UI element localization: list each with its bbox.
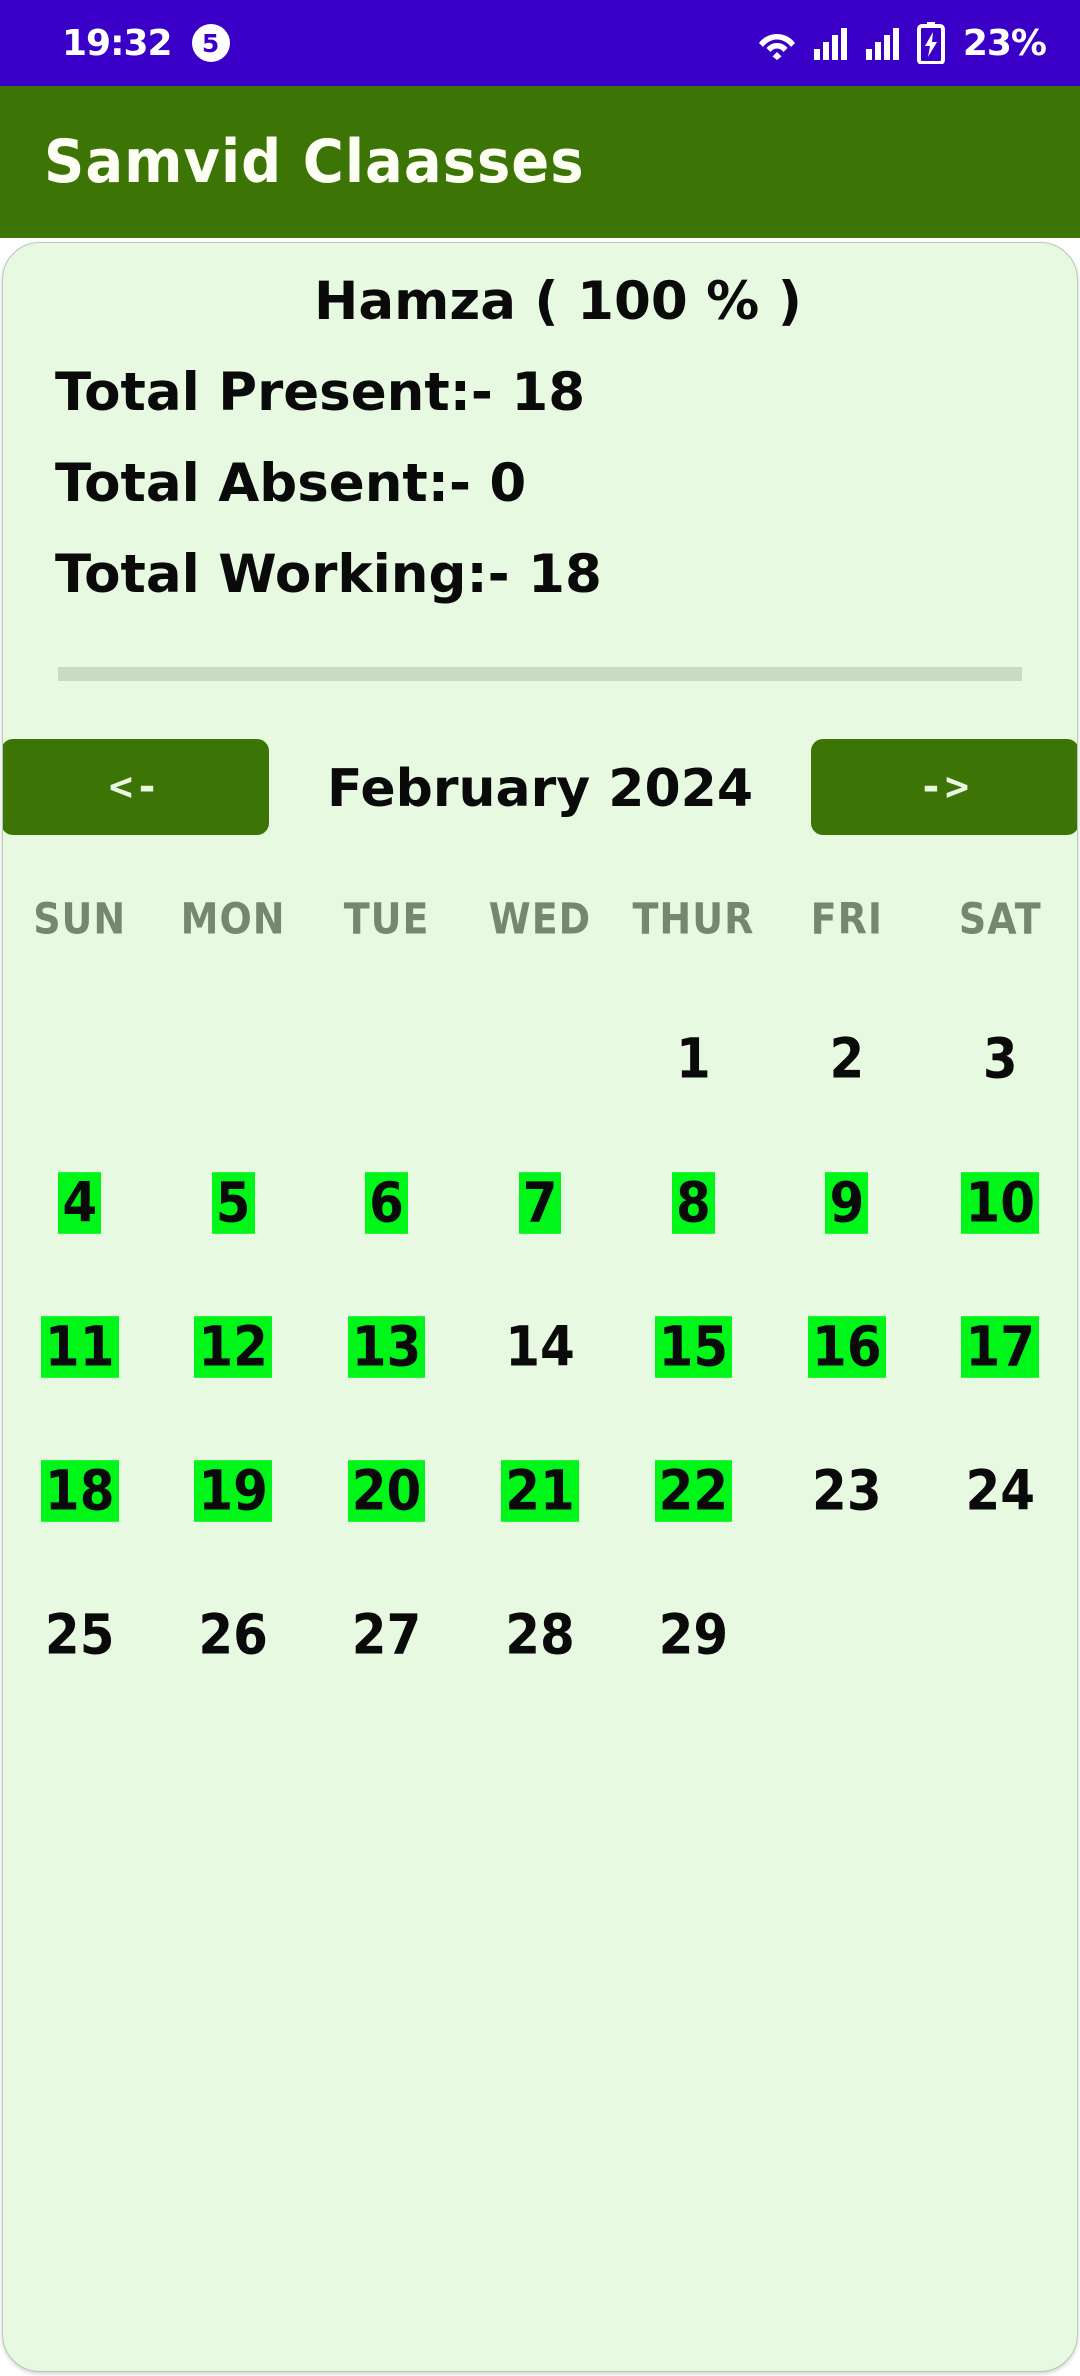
day-number-present: 16 [808, 1316, 886, 1378]
calendar-day-cell[interactable]: 6 [310, 1131, 463, 1275]
calendar-day-cell[interactable]: 27 [310, 1563, 463, 1707]
calendar-day-cell[interactable]: 14 [463, 1275, 616, 1419]
calendar-day-cell[interactable]: 29 [617, 1563, 770, 1707]
calendar-day-empty [463, 987, 616, 1131]
calendar-day-cell[interactable]: 23 [770, 1419, 923, 1563]
attendance-summary: Hamza ( 100 % ) Total Present:- 18 Total… [3, 243, 1077, 605]
weekday-label-thur: THUR [632, 894, 755, 944]
day-number: 27 [351, 1603, 422, 1667]
calendar-day-cell[interactable]: 20 [310, 1419, 463, 1563]
signal-icon [865, 26, 901, 60]
calendar-day-cell[interactable]: 4 [3, 1131, 156, 1275]
calendar-day-cell[interactable]: 7 [463, 1131, 616, 1275]
day-number: 3 [982, 1027, 1018, 1091]
weekday-label-mon: MON [180, 894, 286, 944]
wifi-icon [757, 26, 797, 60]
day-number-present: 9 [825, 1172, 869, 1234]
day-number-present: 20 [347, 1460, 426, 1522]
status-time: 19:32 [62, 22, 173, 64]
calendar-day-cell[interactable]: 5 [156, 1131, 309, 1275]
weekday-header-row: SUN MON TUE WED THUR FRI SAT [3, 894, 1077, 944]
day-number-present: 7 [518, 1172, 562, 1234]
day-number-present: 5 [211, 1172, 255, 1234]
day-number-present: 19 [194, 1460, 272, 1522]
day-number-present: 17 [961, 1316, 1040, 1378]
calendar-day-cell[interactable]: 25 [3, 1563, 156, 1707]
day-number: 24 [965, 1459, 1036, 1523]
calendar-day-cell[interactable]: 11 [3, 1275, 156, 1419]
calendar-day-cell[interactable]: 2 [770, 987, 923, 1131]
attendance-card: Hamza ( 100 % ) Total Present:- 18 Total… [2, 242, 1078, 2372]
calendar-day-cell[interactable]: 26 [156, 1563, 309, 1707]
calendar-day-cell[interactable]: 8 [617, 1131, 770, 1275]
calendar-day-grid: 1 2 3 4 5 6 7 8 9 10 11 12 13 14 15 16 17 18 19 20 21 22 23 24 2… [3, 987, 1077, 1707]
calendar-day-empty [770, 1563, 923, 1707]
app-screen: 19:32 5 23% Samvid Claasses Hamza (100 … [0, 0, 1080, 2376]
calendar-day-cell[interactable]: 1 [617, 987, 770, 1131]
calendar-day-cell[interactable]: 12 [156, 1275, 309, 1419]
calendar-day-empty [310, 987, 463, 1131]
weekday-label-tue: TUE [343, 894, 430, 944]
day-number-present: 21 [501, 1460, 579, 1522]
day-number-present: 4 [58, 1172, 102, 1234]
day-number: 2 [829, 1027, 865, 1091]
total-working-label: Total Working:- 18 [55, 544, 602, 605]
calendar-day-cell[interactable]: 24 [924, 1419, 1077, 1563]
calendar-day-cell[interactable]: 9 [770, 1131, 923, 1275]
student-name-percentage: Hamza ( 100 % ) [314, 271, 802, 332]
day-number-present: 13 [347, 1316, 426, 1378]
section-divider [58, 667, 1022, 681]
day-number: 14 [505, 1315, 575, 1379]
next-month-button[interactable]: -> [811, 739, 1077, 835]
weekday-label-sun: SUN [33, 894, 127, 944]
day-number: 1 [676, 1027, 711, 1091]
calendar-day-cell[interactable]: 16 [770, 1275, 923, 1419]
status-bar: 19:32 5 23% [0, 0, 1080, 86]
total-present-label: Total Present:- 18 [55, 362, 586, 423]
day-number: 25 [44, 1603, 115, 1667]
day-number: 28 [505, 1603, 575, 1667]
day-number-present: 11 [40, 1316, 119, 1378]
day-number-present: 15 [654, 1316, 733, 1378]
notification-count-badge: 5 [191, 24, 230, 62]
calendar-day-empty [156, 987, 309, 1131]
day-number: 29 [658, 1603, 729, 1667]
day-number-present: 6 [365, 1172, 408, 1234]
day-number-present: 12 [194, 1316, 272, 1378]
calendar-day-cell[interactable]: 17 [924, 1275, 1077, 1419]
battery-percent-label: 23% [962, 22, 1047, 64]
weekday-label-sat: SAT [958, 894, 1042, 944]
day-number: 23 [812, 1459, 882, 1523]
day-number-present: 18 [40, 1460, 119, 1522]
calendar-day-cell[interactable]: 15 [617, 1275, 770, 1419]
day-number-present: 22 [654, 1460, 733, 1522]
calendar-day-cell[interactable]: 18 [3, 1419, 156, 1563]
calendar-day-cell[interactable]: 19 [156, 1419, 309, 1563]
month-year-label: February 2024 [326, 759, 754, 819]
day-number-present: 8 [672, 1172, 715, 1234]
previous-month-button[interactable]: <- [3, 739, 269, 835]
status-bar-right: 23% [757, 22, 1047, 64]
calendar-day-cell[interactable]: 13 [310, 1275, 463, 1419]
calendar-day-cell[interactable]: 21 [463, 1419, 616, 1563]
status-bar-left: 19:32 5 [62, 23, 230, 64]
day-number: 26 [198, 1603, 268, 1667]
calendar-day-empty [3, 987, 156, 1131]
weekday-label-fri: FRI [810, 894, 884, 944]
app-bar: Samvid Claasses [0, 86, 1080, 238]
calendar-day-empty [924, 1563, 1077, 1707]
calendar-day-cell[interactable]: 10 [924, 1131, 1077, 1275]
calendar-day-cell[interactable]: 28 [463, 1563, 616, 1707]
calendar-day-cell[interactable]: 3 [924, 987, 1077, 1131]
app-title: Samvid Claasses [44, 127, 585, 197]
weekday-label-wed: WED [488, 894, 592, 944]
month-navigation: <- February 2024 -> [3, 739, 1077, 839]
total-absent-label: Total Absent:- 0 [55, 453, 527, 514]
day-number-present: 10 [961, 1172, 1040, 1234]
battery-charging-icon [916, 22, 945, 64]
calendar-day-cell[interactable]: 22 [617, 1419, 770, 1563]
signal-icon [813, 26, 849, 60]
